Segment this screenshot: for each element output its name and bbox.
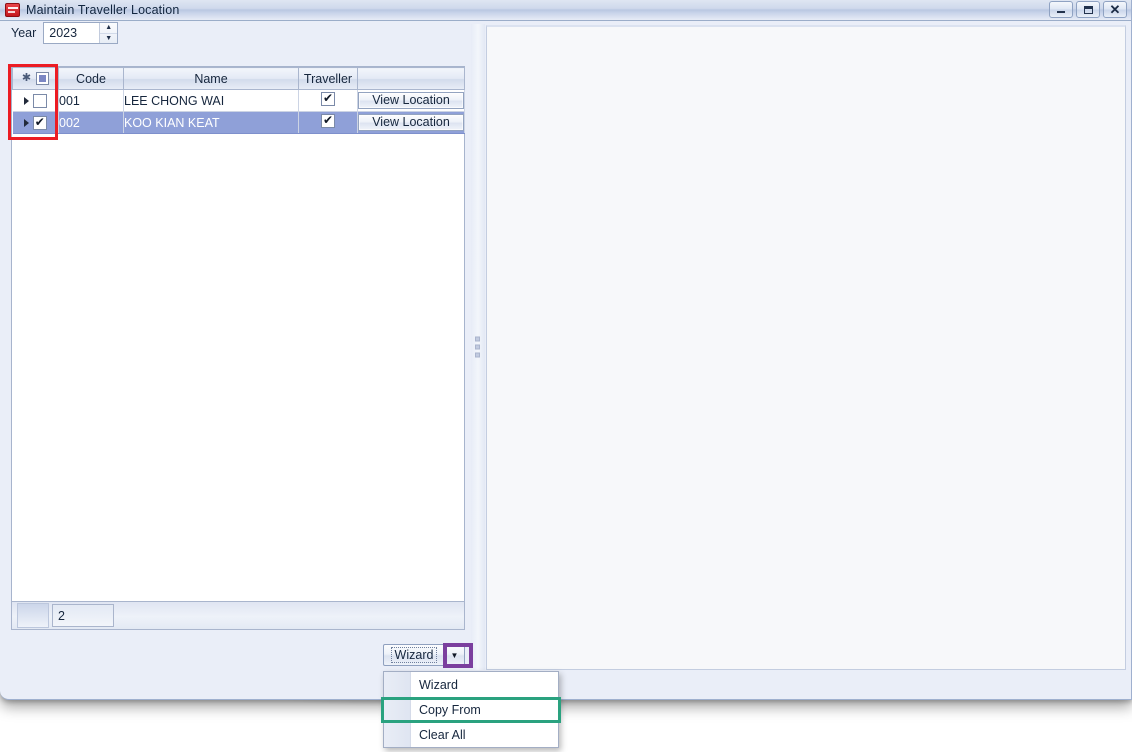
view-location-button[interactable]: View Location — [358, 114, 464, 131]
traveller-checkbox[interactable] — [321, 113, 335, 128]
year-stepper[interactable]: 2023 ▲ ▼ — [43, 22, 119, 44]
title-bar: Maintain Traveller Location ✕ — [0, 0, 1131, 21]
row-select-checkbox[interactable] — [32, 115, 47, 130]
cell-code[interactable]: 001 — [58, 89, 124, 112]
spin-up-icon[interactable]: ▲ — [100, 23, 118, 34]
row-selector-cell[interactable] — [12, 89, 59, 112]
detail-panel — [486, 25, 1126, 670]
new-row-asterisk-icon: ✱ — [21, 72, 32, 84]
wizard-dropdown-menu: Wizard Copy From Clear All — [383, 671, 559, 748]
splitter-grip-icon — [475, 336, 480, 358]
row-select-checkbox[interactable] — [32, 93, 47, 108]
panel-splitter[interactable] — [471, 24, 485, 670]
year-spin-arrows: ▲ ▼ — [99, 23, 118, 44]
menu-item-clear-all[interactable]: Clear All — [384, 722, 558, 747]
wizard-dropdown-arrow[interactable]: ▼ — [445, 644, 465, 666]
cell-name[interactable]: KOO KIAN KEAT — [123, 111, 299, 134]
spin-down-icon[interactable]: ▼ — [100, 34, 117, 44]
year-label: Year — [11, 26, 37, 40]
cell-traveller[interactable] — [298, 111, 358, 134]
cell-action: View Location — [357, 89, 465, 112]
row-selector-cell[interactable] — [12, 111, 59, 134]
year-input[interactable]: 2023 — [44, 23, 99, 43]
row-cursor-arrow-icon — [23, 96, 29, 105]
app-icon — [5, 3, 20, 17]
cell-action: View Location — [357, 111, 465, 134]
column-header-action[interactable] — [357, 67, 465, 90]
minimize-button[interactable] — [1049, 1, 1073, 18]
menu-item-label: Copy From — [419, 702, 481, 717]
column-header-code[interactable]: Code — [58, 67, 124, 90]
application-window: Maintain Traveller Location ✕ Year 2023 … — [0, 0, 1132, 700]
column-header-select[interactable]: ✱ — [12, 67, 59, 90]
cell-code[interactable]: 002 — [58, 111, 124, 134]
table-row[interactable]: 001 LEE CHONG WAI View Location — [12, 89, 465, 112]
wizard-button-label: Wizard — [390, 647, 438, 663]
wizard-button[interactable]: Wizard — [383, 644, 445, 666]
view-location-button[interactable]: View Location — [358, 92, 464, 109]
menu-item-label: Clear All — [419, 727, 466, 742]
table-row[interactable]: 002 KOO KIAN KEAT View Location — [12, 111, 465, 134]
status-grip — [17, 603, 49, 628]
traveller-table: ✱ Code Name Traveller 001 LEE CHONG WAI … — [12, 67, 465, 134]
menu-item-copy-from[interactable]: Copy From — [384, 697, 558, 722]
column-header-traveller[interactable]: Traveller — [298, 67, 358, 90]
maximize-button[interactable] — [1076, 1, 1100, 18]
chevron-down-icon: ▼ — [450, 650, 459, 660]
grid-status-bar: 2 — [11, 601, 465, 630]
menu-item-label: Wizard — [419, 677, 458, 692]
traveller-grid: ✱ Code Name Traveller 001 LEE CHONG WAI … — [11, 66, 465, 630]
screen: Maintain Traveller Location ✕ Year 2023 … — [0, 0, 1132, 752]
column-header-name[interactable]: Name — [123, 67, 299, 90]
row-cursor-arrow-icon — [23, 118, 29, 127]
wizard-split-button: Wizard ▼ — [383, 644, 465, 666]
close-button[interactable]: ✕ — [1103, 1, 1127, 18]
cell-traveller[interactable] — [298, 89, 358, 112]
menu-item-wizard[interactable]: Wizard — [384, 672, 558, 697]
select-all-checkbox[interactable] — [36, 72, 50, 85]
cell-name[interactable]: LEE CHONG WAI — [123, 89, 299, 112]
window-controls: ✕ — [1049, 1, 1127, 18]
traveller-checkbox[interactable] — [321, 91, 335, 106]
window-title: Maintain Traveller Location — [26, 3, 180, 17]
record-count: 2 — [52, 604, 114, 627]
table-header-row: ✱ Code Name Traveller — [12, 67, 465, 90]
